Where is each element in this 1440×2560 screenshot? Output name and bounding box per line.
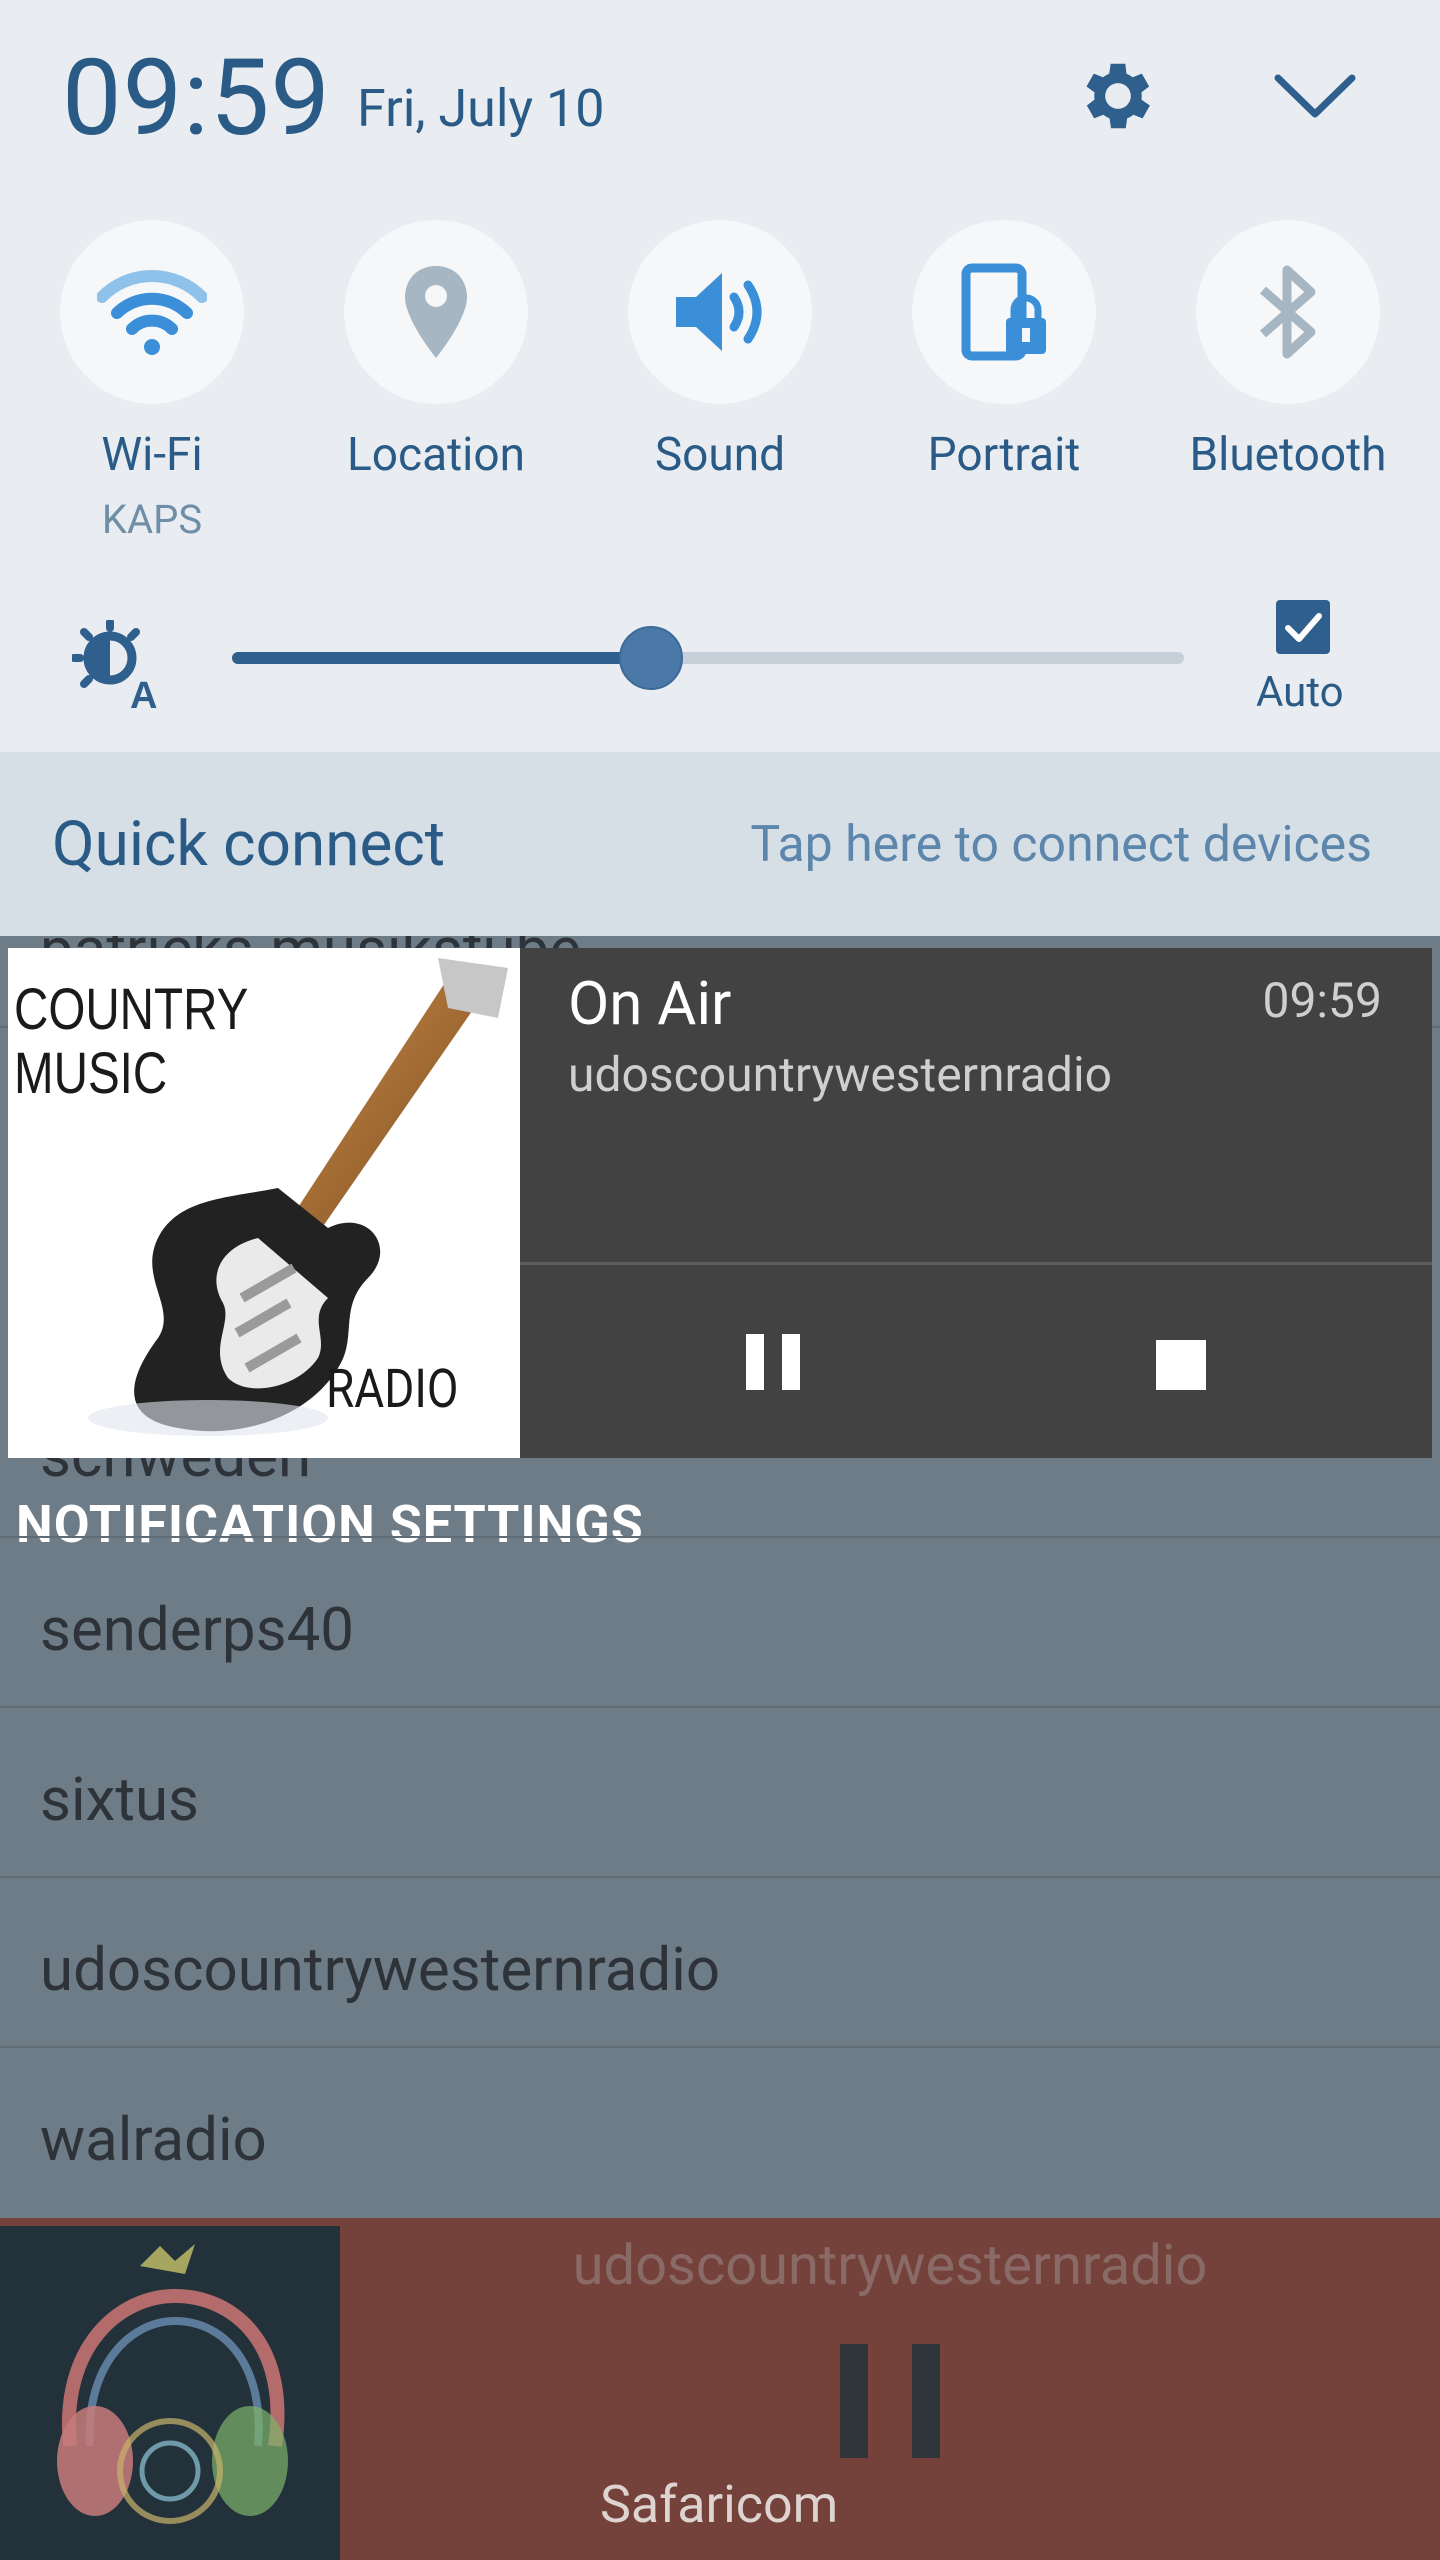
collapse-chevron-icon[interactable] [1272,66,1358,126]
list-item-label: udoscountrywesternradio [40,1934,721,2005]
media-title: On Air [568,968,732,1039]
quick-connect-bar[interactable]: Quick connect Tap here to connect device… [0,752,1440,936]
tile-portrait[interactable]: Portrait [912,220,1096,482]
list-item-label: walradio [40,2104,267,2175]
art-text-bottom: RADIO [326,1358,459,1421]
stop-icon[interactable] [1156,1340,1206,1390]
list-item[interactable]: senderps40 [0,1536,1440,1706]
tile-circle[interactable] [1196,220,1380,404]
list-item[interactable]: udoscountrywesternradio [0,1876,1440,2046]
list-item[interactable]: walradio [0,2046,1440,2218]
media-time: 09:59 [1262,972,1382,1029]
quick-connect-hint[interactable]: Tap here to connect devices [750,816,1372,874]
tile-label: Portrait [927,428,1081,482]
tile-sublabel: KAPS [101,496,203,543]
tile-sound[interactable]: Sound [628,220,812,482]
tile-label: Wi-Fi [101,428,203,482]
tile-label: Location [347,428,525,482]
brightness-auto-icon: A [72,620,157,710]
brightness-slider-fill [232,652,651,664]
tile-circle[interactable] [628,220,812,404]
tile-circle[interactable] [60,220,244,404]
settings-gear-icon[interactable] [1074,52,1162,140]
album-art: COUNTRY MUSIC RADIO [8,948,520,1458]
divider [520,1262,1432,1265]
location-icon [405,266,467,358]
tile-label: Sound [654,428,786,482]
player-pause-icon[interactable] [912,2344,940,2458]
player-pause-icon[interactable] [840,2344,868,2458]
list-item-label: sixtus [40,1764,199,1835]
quick-connect-title: Quick connect [52,808,446,881]
bluetooth-icon [1260,265,1316,359]
tile-label: Bluetooth [1189,428,1387,482]
auto-brightness-label: Auto [1256,668,1344,717]
date: Fri, July 10 [357,78,605,139]
list-item[interactable]: sixtus [0,1706,1440,1876]
media-notification[interactable]: COUNTRY MUSIC RADIO On Air udoscountrywes… [8,948,1432,1458]
media-subtitle: udoscountrywesternradio [568,1046,1113,1103]
list-item-label: senderps40 [40,1594,355,1665]
art-text-top: COUNTRY MUSIC [14,977,249,1106]
portrait-lock-icon [961,263,1046,361]
wifi-icon [97,269,207,355]
tile-location[interactable]: Location [344,220,528,482]
auto-brightness-checkbox[interactable] [1276,600,1330,654]
tile-circle[interactable] [912,220,1096,404]
player-station-name: udoscountrywesternradio [572,2232,1208,2298]
svg-text:A: A [130,675,157,710]
carrier-label: Safaricom [600,2474,839,2535]
pause-icon[interactable] [746,1334,806,1400]
bottom-player-bar[interactable]: udoscountrywesternradio Safaricom [0,2218,1440,2560]
tile-wifi[interactable]: Wi-Fi KAPS [60,220,244,543]
tile-bluetooth[interactable]: Bluetooth [1189,220,1387,482]
clock: 09:59 [62,36,331,160]
sound-icon [676,273,762,351]
brightness-slider-thumb[interactable] [618,626,683,690]
quick-settings-panel: 09:59 Fri, July 10 Wi-Fi KAPS Location S… [0,0,1440,752]
checkmark-icon [1285,613,1322,642]
tile-circle[interactable] [344,220,528,404]
